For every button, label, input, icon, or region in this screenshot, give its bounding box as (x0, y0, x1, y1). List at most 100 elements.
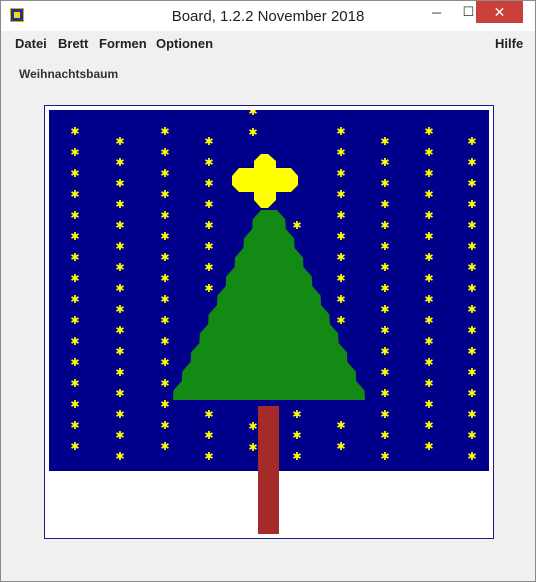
snowflake: ✱ (424, 293, 433, 306)
snowflake: ✱ (424, 335, 433, 348)
snowflake: ✱ (115, 303, 124, 316)
snowflake: ✱ (380, 408, 389, 421)
menu-optionen[interactable]: Optionen (156, 36, 213, 51)
snowflake: ✱ (380, 429, 389, 442)
snowflake: ✱ (160, 419, 169, 432)
snowflake: ✱ (292, 450, 301, 463)
snowflake: ✱ (424, 272, 433, 285)
snowflake: ✱ (380, 219, 389, 232)
snowflake: ✱ (424, 146, 433, 159)
snowflake: ✱ (70, 293, 79, 306)
snowflake: ✱ (292, 408, 301, 421)
snowflake: ✱ (204, 135, 213, 148)
snowflake: ✱ (160, 125, 169, 138)
snowflake: ✱ (160, 146, 169, 159)
snowflake: ✱ (204, 261, 213, 274)
snowflake: ✱ (380, 387, 389, 400)
snowflake: ✱ (380, 240, 389, 253)
snowflake: ✱ (336, 314, 345, 327)
snowflake: ✱ (467, 177, 476, 190)
snowflake: ✱ (380, 366, 389, 379)
snowflake: ✱ (424, 188, 433, 201)
snowflake: ✱ (336, 209, 345, 222)
snowflake: ✱ (204, 240, 213, 253)
snowflake: ✱ (380, 177, 389, 190)
snowflake: ✱ (204, 429, 213, 442)
snowflake: ✱ (204, 450, 213, 463)
snowflake: ✱ (204, 177, 213, 190)
close-button[interactable]: ✕ (476, 1, 523, 23)
snowflake: ✱ (467, 366, 476, 379)
snowflake: ✱ (336, 251, 345, 264)
snowflake: ✱ (70, 251, 79, 264)
snowflake: ✱ (380, 450, 389, 463)
snowflake: ✱ (424, 125, 433, 138)
snowflake: ✱ (204, 219, 213, 232)
snowflake: ✱ (424, 419, 433, 432)
snowflake: ✱ (336, 167, 345, 180)
title-bar: Board, 1.2.2 November 2018 ─ ☐ ✕ (1, 1, 535, 31)
snowflake: ✱ (115, 450, 124, 463)
snowflake: ✱ (115, 408, 124, 421)
tree-trunk (258, 406, 279, 534)
snowflake: ✱ (115, 429, 124, 442)
snowflake: ✱ (467, 303, 476, 316)
snowflake: ✱ (115, 324, 124, 337)
snowflake: ✱ (70, 272, 79, 285)
snowflake: ✱ (115, 198, 124, 211)
snowflake: ✱ (115, 261, 124, 274)
snowflake: ✱ (380, 156, 389, 169)
snowflake: ✱ (115, 177, 124, 190)
snowflake: ✱ (467, 261, 476, 274)
snowflake: ✱ (424, 356, 433, 369)
snowflake: ✱ (248, 420, 257, 433)
snowflake: ✱ (160, 335, 169, 348)
snowflake: ✱ (336, 419, 345, 432)
snowflake: ✱ (160, 356, 169, 369)
snowflake: ✱ (424, 230, 433, 243)
snowflake: ✱ (70, 314, 79, 327)
snowflake: ✱ (467, 450, 476, 463)
snowflake: ✱ (467, 429, 476, 442)
snowflake: ✱ (424, 167, 433, 180)
snowflake: ✱ (160, 314, 169, 327)
board-heading: Weihnachtsbaum (19, 67, 119, 81)
snowflake: ✱ (380, 135, 389, 148)
snowflake: ✱ (336, 440, 345, 453)
snowflake: ✱ (380, 345, 389, 358)
snowflake: ✱ (160, 440, 169, 453)
snowflake: ✱ (467, 135, 476, 148)
board-canvas[interactable]: ✱ ✱ ✱ ✱ ✱ ✱ ✱ ✱ ✱ ✱ ✱ ✱ ✱ ✱ ✱ ✱ ✱ ✱ ✱ ✱ ✱ ✱ ✱ ✱ ✱ ✱ ✱ ✱ ✱ ✱ ✱ ✱ ✱ ✱ ✱ ✱ ✱ ✱ ✱ ✱… (49, 110, 489, 534)
menu-datei[interactable]: Datei (15, 36, 47, 51)
snowflake: ✱ (115, 156, 124, 169)
menu-brett[interactable]: Brett (58, 36, 88, 51)
snowflake: ✱ (424, 440, 433, 453)
snowflake: ✱ (70, 230, 79, 243)
snowflake: ✱ (70, 356, 79, 369)
snowflake: ✱ (204, 198, 213, 211)
snowflake: ✱ (160, 188, 169, 201)
snowflake: ✱ (380, 261, 389, 274)
snowflake: ✱ (70, 440, 79, 453)
snowflake: ✱ (467, 198, 476, 211)
snowflake: ✱ (70, 398, 79, 411)
snowflake: ✱ (70, 167, 79, 180)
snowflake: ✱ (336, 272, 345, 285)
snowflake: ✱ (160, 272, 169, 285)
snowflake: ✱ (424, 209, 433, 222)
snowflake: ✱ (424, 377, 433, 390)
snowflake: ✱ (160, 251, 169, 264)
snowflake: ✱ (380, 324, 389, 337)
snowflake: ✱ (248, 441, 257, 454)
snowflake: ✱ (115, 366, 124, 379)
menu-hilfe[interactable]: Hilfe (495, 36, 523, 51)
snowflake: ✱ (248, 126, 257, 139)
snowflake: ✱ (467, 408, 476, 421)
snowflake: ✱ (160, 293, 169, 306)
snowflake: ✱ (424, 314, 433, 327)
snowflake: ✱ (204, 408, 213, 421)
snowflake: ✱ (380, 303, 389, 316)
menu-formen[interactable]: Formen (99, 36, 147, 51)
snowflake: ✱ (70, 125, 79, 138)
snowflake: ✱ (70, 419, 79, 432)
